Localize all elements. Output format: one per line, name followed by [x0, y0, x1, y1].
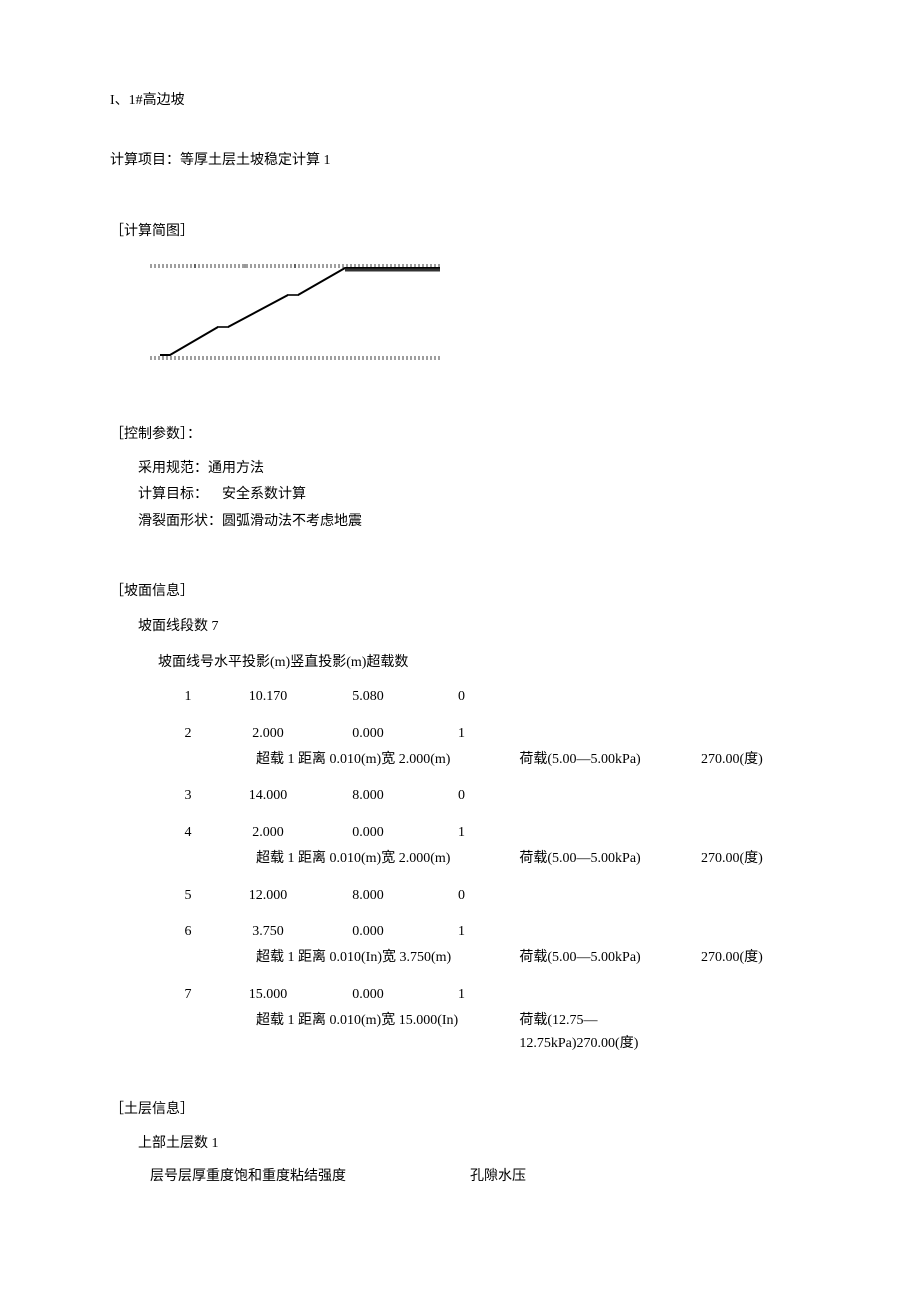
page-title: I、1#高边坡: [110, 90, 810, 112]
cell-hproj: 12.000: [218, 885, 318, 907]
overload-gap: [483, 1010, 519, 1055]
cell-hproj: 10.170: [218, 686, 318, 708]
control-spec: 采用规范：通用方法: [110, 458, 810, 480]
slope-heading: ［坡面信息］: [110, 581, 810, 603]
cell-hproj: 3.750: [218, 921, 318, 943]
cell-index: 6: [158, 921, 218, 943]
overload-angle: 270.00(度): [701, 947, 810, 969]
overload-load: 荷载(12.75—12.75kPa)270.00(度): [519, 1010, 701, 1055]
slope-count: 坡面线段数 7: [138, 616, 810, 638]
cell-gap: [418, 686, 458, 708]
cell-index: 3: [158, 785, 218, 807]
cell-gap: [418, 921, 458, 943]
diagram-heading: ［计算简图］: [110, 221, 810, 243]
control-spec-label: 采用规范：: [138, 461, 208, 476]
overload-span: 超载 1 距离 0.010(m)宽 15.000(In): [206, 1010, 483, 1055]
cell-vproj: 5.080: [318, 686, 418, 708]
cell-overload: 1: [458, 723, 658, 745]
soil-header-right: 孔隙水压: [470, 1166, 670, 1188]
cell-gap: [418, 885, 458, 907]
cell-gap: [418, 984, 458, 1006]
cell-overload: 0: [458, 785, 658, 807]
overload-span: 超载 1 距离 0.010(m)宽 2.000(m): [206, 749, 483, 771]
cell-vproj: 0.000: [318, 984, 418, 1006]
overload-span: 超载 1 距离 0.010(m)宽 2.000(m): [206, 848, 483, 870]
control-shape: 滑裂面形状：圆弧滑动法不考虑地震: [110, 511, 810, 533]
table-row: 22.0000.000 1: [158, 723, 810, 745]
overload-detail-row: 超载 1 距离 0.010(m)宽 2.000(m) 荷载(5.00—5.00kP…: [206, 749, 810, 771]
overload-gap: [483, 848, 519, 870]
control-shape-value: 圆弧滑动法不考虑地震: [222, 514, 362, 529]
cell-hproj: 15.000: [218, 984, 318, 1006]
overload-load: 荷载(5.00—5.00kPa): [519, 947, 701, 969]
cell-gap: [418, 822, 458, 844]
table-row: 512.0008.000 0: [158, 885, 810, 907]
control-target: 计算目标： 安全系数计算: [110, 484, 810, 506]
cell-hproj: 2.000: [218, 723, 318, 745]
control-heading: ［控制参数］：: [110, 424, 810, 446]
overload-angle: [701, 1010, 810, 1055]
control-target-label: 计算目标：: [138, 487, 208, 502]
soil-count: 上部土层数 1: [138, 1133, 810, 1155]
cell-overload: 1: [458, 822, 658, 844]
overload-load: 荷载(5.00—5.00kPa): [519, 749, 701, 771]
cell-overload: 0: [458, 885, 658, 907]
overload-detail-row: 超载 1 距离 0.010(In)宽 3.750(m) 荷载(5.00—5.00k…: [206, 947, 810, 969]
cell-index: 5: [158, 885, 218, 907]
slope-info: ［坡面信息］ 坡面线段数 7 坡面线号水平投影(m)竖直投影(m)超载数 110…: [110, 581, 810, 1055]
soil-header-left: 层号层厚重度饱和重度粘结强度: [150, 1166, 470, 1188]
cell-index: 2: [158, 723, 218, 745]
cell-vproj: 8.000: [318, 785, 418, 807]
soil-info: ［土层信息］ 上部土层数 1 层号层厚重度饱和重度粘结强度 孔隙水压: [110, 1099, 810, 1188]
cell-gap: [418, 785, 458, 807]
slope-table: 110.1705.080022.0000.0001超载 1 距离 0.010(m…: [158, 686, 810, 1055]
table-row: 314.0008.000 0: [158, 785, 810, 807]
cell-hproj: 14.000: [218, 785, 318, 807]
table-row: 42.0000.000 1: [158, 822, 810, 844]
slope-table-header: 坡面线号水平投影(m)竖直投影(m)超载数: [158, 652, 810, 674]
cell-vproj: 0.000: [318, 723, 418, 745]
table-row: 110.1705.080 0: [158, 686, 810, 708]
overload-detail-row: 超载 1 距离 0.010(m)宽 15.000(In) 荷载(12.75—12.…: [206, 1010, 810, 1055]
cell-overload: 0: [458, 686, 658, 708]
overload-angle: 270.00(度): [701, 749, 810, 771]
calc-diagram: [140, 255, 810, 383]
overload-detail-row: 超载 1 距离 0.010(m)宽 2.000(m) 荷载(5.00—5.00kP…: [206, 848, 810, 870]
slope-diagram-svg: [140, 255, 440, 375]
cell-vproj: 0.000: [318, 921, 418, 943]
control-params: ［控制参数］： 采用规范：通用方法 计算目标： 安全系数计算 滑裂面形状：圆弧滑…: [110, 424, 810, 534]
table-row: 63.7500.000 1: [158, 921, 810, 943]
soil-header-row: 层号层厚重度饱和重度粘结强度 孔隙水压: [150, 1166, 810, 1188]
control-spec-value: 通用方法: [208, 461, 264, 476]
cell-hproj: 2.000: [218, 822, 318, 844]
cell-index: 1: [158, 686, 218, 708]
cell-gap: [418, 723, 458, 745]
soil-heading: ［土层信息］: [110, 1099, 810, 1121]
overload-load: 荷载(5.00—5.00kPa): [519, 848, 701, 870]
cell-vproj: 8.000: [318, 885, 418, 907]
cell-index: 7: [158, 984, 218, 1006]
cell-vproj: 0.000: [318, 822, 418, 844]
overload-gap: [483, 947, 519, 969]
table-row: 715.0000.000 1: [158, 984, 810, 1006]
control-target-value: 安全系数计算: [222, 487, 306, 502]
overload-span: 超载 1 距离 0.010(In)宽 3.750(m): [206, 947, 483, 969]
cell-overload: 1: [458, 984, 658, 1006]
calc-project: 计算项目：等厚土层土坡稳定计算 1: [110, 150, 810, 172]
overload-angle: 270.00(度): [701, 848, 810, 870]
cell-index: 4: [158, 822, 218, 844]
control-shape-label: 滑裂面形状：: [138, 514, 222, 529]
cell-overload: 1: [458, 921, 658, 943]
overload-gap: [483, 749, 519, 771]
